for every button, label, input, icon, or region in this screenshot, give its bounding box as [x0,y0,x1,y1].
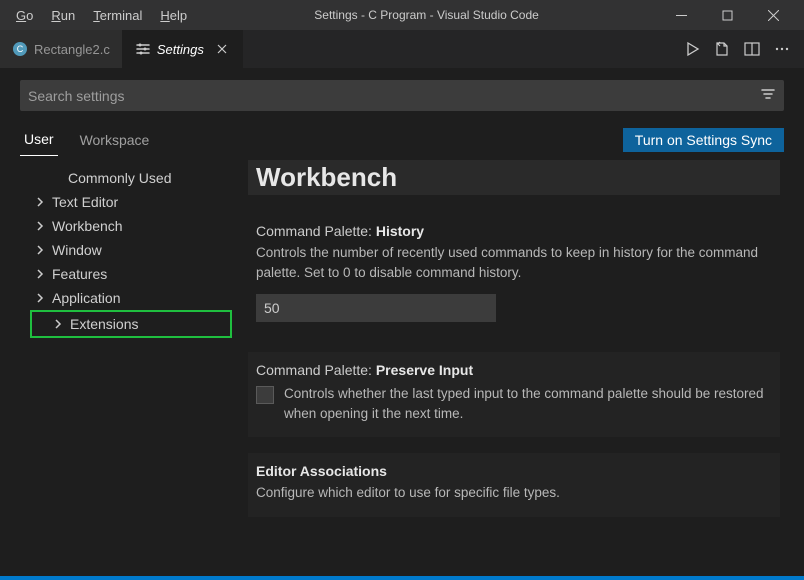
tabbar: C Rectangle2.c Settings [0,30,804,68]
c-file-icon: C [12,41,28,57]
settings-icon [135,41,151,57]
setting-description: Controls whether the last typed input to… [284,384,772,423]
close-button[interactable] [750,0,796,30]
setting-description: Configure which editor to use for specif… [256,483,772,503]
run-icon[interactable] [684,41,700,57]
tab-settings[interactable]: Settings [123,30,243,68]
chevron-right-icon [34,196,48,208]
minimize-button[interactable] [658,0,704,30]
setting-command-palette-history: Command Palette: History Controls the nu… [248,213,780,336]
preserve-input-checkbox[interactable] [256,386,274,404]
chevron-right-icon [34,268,48,280]
settings-tree: Commonly Used Text Editor Workbench Wind… [0,156,240,574]
scope-workspace[interactable]: Workspace [76,124,154,156]
filter-icon[interactable] [760,86,776,105]
menu-terminal[interactable]: Terminal [85,4,150,27]
more-actions-icon[interactable] [774,41,790,57]
tree-window[interactable]: Window [14,238,240,262]
search-settings-input[interactable] [28,88,760,104]
section-title: Workbench [248,160,780,195]
menu-go[interactable]: Go [8,4,41,27]
chevron-right-icon [34,292,48,304]
split-editor-icon[interactable] [744,41,760,57]
search-settings-bar [20,80,784,111]
tree-commonly-used[interactable]: Commonly Used [14,166,240,190]
window-title: Settings - C Program - Visual Studio Cod… [195,8,658,22]
settings-content: Workbench Command Palette: History Contr… [240,156,804,574]
setting-editor-associations: Editor Associations Configure which edit… [248,453,780,517]
scope-user[interactable]: User [20,123,58,156]
setting-description: Controls the number of recently used com… [256,243,772,282]
menubar: Go Run Terminal Help [8,4,195,27]
tab-label: Rectangle2.c [34,42,110,57]
chevron-right-icon [34,220,48,232]
close-icon[interactable] [214,41,230,57]
setting-label: Command Palette: Preserve Input [256,362,772,378]
chevron-right-icon [52,318,66,330]
titlebar: Go Run Terminal Help Settings - C Progra… [0,0,804,30]
tree-features[interactable]: Features [14,262,240,286]
setting-command-palette-preserve-input: Command Palette: Preserve Input Controls… [248,352,780,437]
turn-on-settings-sync-button[interactable]: Turn on Settings Sync [623,128,784,152]
menu-run[interactable]: Run [43,4,83,27]
tree-extensions[interactable]: Extensions [32,312,230,336]
tree-workbench[interactable]: Workbench [14,214,240,238]
statusbar [0,576,804,580]
tree-application[interactable]: Application [14,286,240,310]
maximize-button[interactable] [704,0,750,30]
menu-help[interactable]: Help [152,4,195,27]
svg-text:C: C [17,44,24,54]
tree-text-editor[interactable]: Text Editor [14,190,240,214]
open-json-icon[interactable] [714,41,730,57]
history-input[interactable] [256,294,496,322]
tab-label: Settings [157,42,204,57]
setting-label: Command Palette: History [256,223,772,239]
tab-rectangle2-c[interactable]: C Rectangle2.c [0,30,123,68]
setting-label: Editor Associations [256,463,772,479]
chevron-right-icon [34,244,48,256]
